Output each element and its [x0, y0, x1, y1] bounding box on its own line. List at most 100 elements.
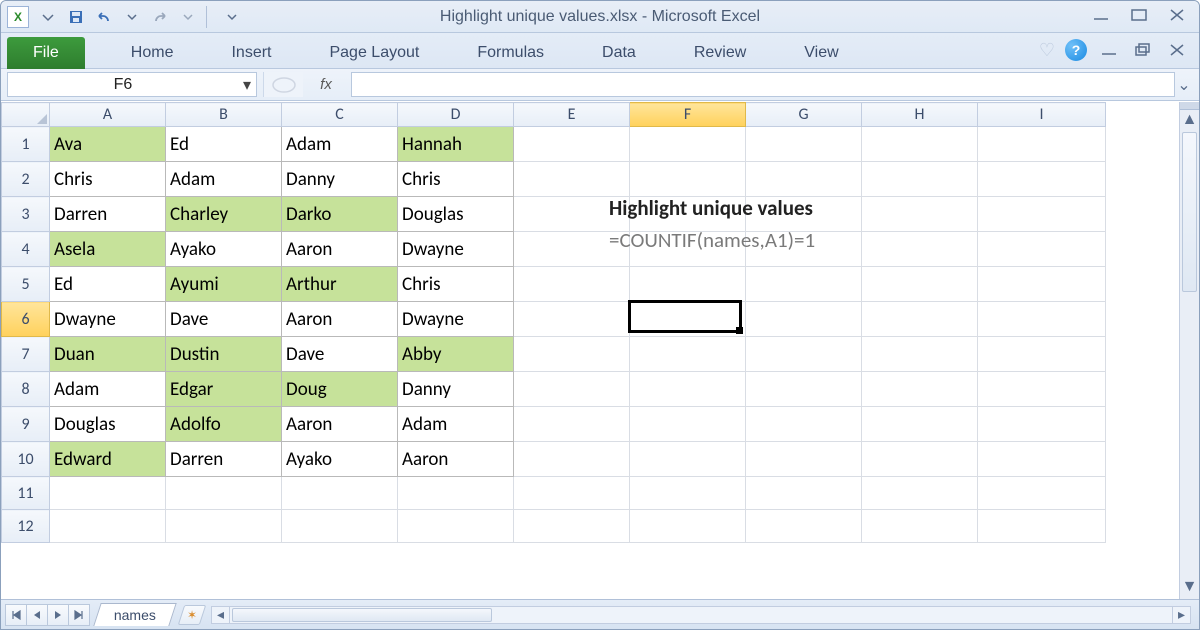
cell-I6[interactable] — [978, 302, 1106, 337]
formula-input[interactable] — [351, 72, 1175, 97]
workbook-restore-button[interactable] — [1131, 40, 1155, 60]
row-header-6[interactable]: 6 — [2, 302, 50, 337]
cell-G10[interactable] — [746, 442, 862, 477]
cell-F10[interactable] — [630, 442, 746, 477]
cell-G9[interactable] — [746, 407, 862, 442]
cell-I8[interactable] — [978, 372, 1106, 407]
cell-B10[interactable]: Darren — [166, 442, 282, 477]
cell-C12[interactable] — [282, 510, 398, 543]
cell-D9[interactable]: Adam — [398, 407, 514, 442]
cell-H11[interactable] — [862, 477, 978, 510]
sheet-tab-names[interactable]: names — [93, 603, 177, 626]
row-header-8[interactable]: 8 — [2, 372, 50, 407]
help-icon[interactable]: ? — [1065, 39, 1087, 61]
cell-G1[interactable] — [746, 127, 862, 162]
cell-A7[interactable]: Duan — [50, 337, 166, 372]
tab-review[interactable]: Review — [674, 38, 766, 68]
cell-A6[interactable]: Dwayne — [50, 302, 166, 337]
cell-D3[interactable]: Douglas — [398, 197, 514, 232]
cell-I1[interactable] — [978, 127, 1106, 162]
cell-E12[interactable] — [514, 510, 630, 543]
cell-I11[interactable] — [978, 477, 1106, 510]
select-all-corner[interactable] — [2, 103, 50, 127]
cell-H12[interactable] — [862, 510, 978, 543]
cell-A8[interactable]: Adam — [50, 372, 166, 407]
cell-H6[interactable] — [862, 302, 978, 337]
row-header-1[interactable]: 1 — [2, 127, 50, 162]
column-header-I[interactable]: I — [978, 103, 1106, 127]
file-tab[interactable]: File — [7, 37, 85, 69]
cell-C11[interactable] — [282, 477, 398, 510]
cell-E8[interactable] — [514, 372, 630, 407]
cell-C3[interactable]: Darko — [282, 197, 398, 232]
cell-C8[interactable]: Doug — [282, 372, 398, 407]
tab-data[interactable]: Data — [582, 38, 656, 68]
first-sheet-button[interactable] — [5, 604, 27, 626]
workbook-minimize-button[interactable] — [1097, 40, 1121, 60]
row-header-2[interactable]: 2 — [2, 162, 50, 197]
cell-D10[interactable]: Aaron — [398, 442, 514, 477]
column-header-C[interactable]: C — [282, 103, 398, 127]
cell-B4[interactable]: Ayako — [166, 232, 282, 267]
close-button[interactable] — [1165, 5, 1189, 25]
cell-F8[interactable] — [630, 372, 746, 407]
cell-A1[interactable]: Ava — [50, 127, 166, 162]
cell-C10[interactable]: Ayako — [282, 442, 398, 477]
expand-formula-bar[interactable]: ⌄ — [1175, 75, 1193, 95]
cell-F6[interactable] — [630, 302, 746, 337]
cell-G2[interactable] — [746, 162, 862, 197]
cell-A11[interactable] — [50, 477, 166, 510]
cell-C9[interactable]: Aaron — [282, 407, 398, 442]
cell-C1[interactable]: Adam — [282, 127, 398, 162]
cell-I10[interactable] — [978, 442, 1106, 477]
cell-F7[interactable] — [630, 337, 746, 372]
row-header-5[interactable]: 5 — [2, 267, 50, 302]
cell-B8[interactable]: Edgar — [166, 372, 282, 407]
customize-qat-dropdown[interactable] — [219, 5, 245, 29]
cell-A4[interactable]: Asela — [50, 232, 166, 267]
maximize-button[interactable] — [1127, 5, 1151, 25]
cell-H4[interactable] — [862, 232, 978, 267]
tab-view[interactable]: View — [784, 38, 858, 68]
cell-B12[interactable] — [166, 510, 282, 543]
cell-H7[interactable] — [862, 337, 978, 372]
undo-button[interactable] — [91, 5, 117, 29]
name-box-dropdown[interactable]: ▾ — [238, 73, 256, 96]
vertical-scroll-thumb[interactable] — [1182, 132, 1197, 292]
cell-B11[interactable] — [166, 477, 282, 510]
prev-sheet-button[interactable] — [26, 604, 48, 626]
cell-B9[interactable]: Adolfo — [166, 407, 282, 442]
cell-A10[interactable]: Edward — [50, 442, 166, 477]
cell-I2[interactable] — [978, 162, 1106, 197]
scroll-up-arrow[interactable]: ▲ — [1180, 110, 1199, 130]
cell-I5[interactable] — [978, 267, 1106, 302]
cell-D4[interactable]: Dwayne — [398, 232, 514, 267]
excel-menu-dropdown[interactable] — [35, 5, 61, 29]
row-header-9[interactable]: 9 — [2, 407, 50, 442]
cell-A12[interactable] — [50, 510, 166, 543]
redo-button[interactable] — [147, 5, 173, 29]
cell-H5[interactable] — [862, 267, 978, 302]
cell-C6[interactable]: Aaron — [282, 302, 398, 337]
row-header-10[interactable]: 10 — [2, 442, 50, 477]
cell-A9[interactable]: Douglas — [50, 407, 166, 442]
cell-D8[interactable]: Danny — [398, 372, 514, 407]
cell-A5[interactable]: Ed — [50, 267, 166, 302]
next-sheet-button[interactable] — [47, 604, 69, 626]
cell-G5[interactable] — [746, 267, 862, 302]
cell-D11[interactable] — [398, 477, 514, 510]
cell-E2[interactable] — [514, 162, 630, 197]
cell-F1[interactable] — [630, 127, 746, 162]
undo-dropdown[interactable] — [119, 5, 145, 29]
cell-B7[interactable]: Dustin — [166, 337, 282, 372]
cell-D2[interactable]: Chris — [398, 162, 514, 197]
row-header-7[interactable]: 7 — [2, 337, 50, 372]
cell-E7[interactable] — [514, 337, 630, 372]
cell-I7[interactable] — [978, 337, 1106, 372]
cell-D5[interactable]: Chris — [398, 267, 514, 302]
save-button[interactable] — [63, 5, 89, 29]
row-header-11[interactable]: 11 — [2, 477, 50, 510]
cell-F11[interactable] — [630, 477, 746, 510]
tab-home[interactable]: Home — [111, 38, 194, 68]
column-header-B[interactable]: B — [166, 103, 282, 127]
